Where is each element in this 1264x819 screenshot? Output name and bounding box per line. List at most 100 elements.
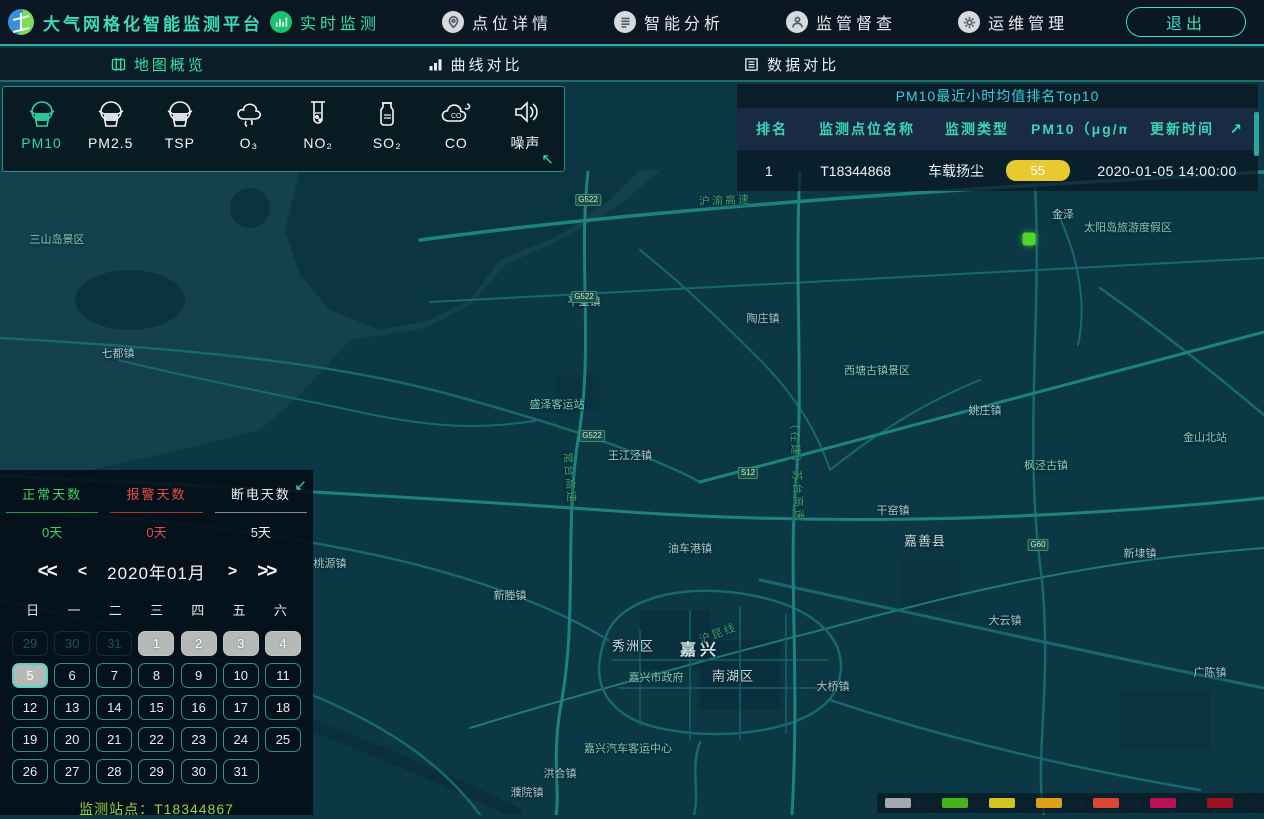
top-navbar: 大气网格化智能监测平台 实时监测 点位详情 智能分析 监管督查 — [0, 0, 1264, 46]
nav-item-point-details[interactable]: 点位详情 — [442, 10, 552, 34]
day-stats: 正常天数 0天 报警天数 0天 断电天数 5天 — [0, 484, 313, 541]
collapse-arrow-icon[interactable]: ↖ — [541, 152, 554, 167]
calendar-day[interactable]: 4 — [265, 631, 301, 656]
pollutant-so2[interactable]: SO₂ — [353, 99, 422, 151]
calendar-day[interactable]: 27 — [54, 759, 90, 784]
aqi-legend: 离线 优 良 轻度 中度 重度 严重 — [877, 793, 1264, 813]
weekday-label: 五 — [218, 600, 259, 619]
calendar-day[interactable]: 15 — [138, 695, 174, 720]
nav-item-realtime-monitor[interactable]: 实时监测 — [270, 10, 380, 34]
cell-value: 55 — [1002, 160, 1094, 181]
legend-item: 离线 — [885, 796, 934, 811]
prev-year-button[interactable]: << — [38, 561, 56, 583]
next-month-button[interactable]: > — [228, 563, 235, 581]
calendar-panel: ↙ 正常天数 0天 报警天数 0天 断电天数 5天 << < 2020年01月 … — [0, 470, 313, 815]
stat-label: 正常天数 — [6, 484, 98, 513]
calendar-day[interactable]: 25 — [265, 727, 301, 752]
calendar-day[interactable]: 2 — [181, 631, 217, 656]
pollutant-o3[interactable]: O₃ — [214, 99, 283, 151]
pollutant-label: CO — [445, 135, 468, 151]
tab-curve-compare[interactable]: 曲线对比 — [317, 54, 634, 75]
calendar-day[interactable]: 23 — [181, 727, 217, 752]
nav-item-smart-analysis[interactable]: 智能分析 — [614, 10, 724, 34]
station-marker[interactable] — [1023, 233, 1036, 246]
pollutant-selector-panel: PM10 PM2.5 TSP O₃ NO₂ SO₂ CO CO 噪声 ↖ — [2, 86, 565, 172]
pollutant-tsp[interactable]: TSP — [145, 99, 214, 151]
weekday-label: 三 — [136, 600, 177, 619]
legend-label: 离线 — [914, 796, 934, 811]
calendar-day[interactable]: 12 — [12, 695, 48, 720]
ranking-title: PM10最近小时均值排名Top10 — [737, 84, 1258, 108]
cell-time: 2020-01-05 14:00:00 — [1093, 163, 1258, 179]
stat-alarm-days[interactable]: 报警天数 0天 — [104, 484, 208, 541]
tab-data-compare[interactable]: 数据对比 — [633, 54, 950, 75]
stat-label: 断电天数 — [215, 484, 307, 513]
legend-swatch — [1150, 798, 1176, 808]
calendar-day[interactable]: 29 — [138, 759, 174, 784]
data-list-icon — [744, 57, 759, 72]
calendar-day[interactable]: 18 — [265, 695, 301, 720]
noise-icon — [508, 97, 542, 127]
calendar-day[interactable]: 16 — [181, 695, 217, 720]
pollutant-pm10[interactable]: PM10 — [7, 99, 76, 151]
calendar-day[interactable]: 6 — [54, 663, 90, 688]
calendar-day[interactable]: 10 — [223, 663, 259, 688]
tab-map-overview[interactable]: 地图概览 — [0, 54, 317, 75]
gas-icon — [232, 99, 266, 129]
pollutant-label: SO₂ — [373, 135, 402, 151]
pollutant-co[interactable]: CO CO — [422, 99, 491, 151]
calendar-day[interactable]: 14 — [96, 695, 132, 720]
calendar-day[interactable]: 31 — [96, 631, 132, 656]
calendar-day[interactable]: 3 — [223, 631, 259, 656]
legend-label: 中度 — [1122, 796, 1142, 811]
nav-label: 实时监测 — [300, 10, 380, 34]
calendar-day[interactable]: 17 — [223, 695, 259, 720]
nav-item-operations[interactable]: 运维管理 — [958, 10, 1068, 34]
pollutant-noise[interactable]: 噪声 — [491, 97, 560, 153]
calendar-day[interactable]: 13 — [54, 695, 90, 720]
calendar-day[interactable]: 31 — [223, 759, 259, 784]
calendar-day[interactable]: 30 — [54, 631, 90, 656]
calendar-day[interactable]: 30 — [181, 759, 217, 784]
mask-icon — [163, 99, 197, 129]
calendar-day[interactable]: 24 — [223, 727, 259, 752]
pollutant-pm25[interactable]: PM2.5 — [76, 99, 145, 151]
app-title: 大气网格化智能监测平台 — [43, 10, 263, 35]
calendar-day[interactable]: 29 — [12, 631, 48, 656]
calendar-day[interactable]: 19 — [12, 727, 48, 752]
weekday-label: 日 — [12, 600, 53, 619]
nav-label: 监管督查 — [816, 10, 896, 34]
ranking-header-row: 排名 监测点位名称 监测类型 PM10（μg/m³） 更新时间 ↗ — [737, 108, 1258, 150]
legend-label: 轻度 — [1065, 796, 1085, 811]
next-year-button[interactable]: >> — [257, 561, 275, 583]
nav-item-supervision[interactable]: 监管督查 — [786, 10, 896, 34]
calendar-day[interactable]: 22 — [138, 727, 174, 752]
legend-swatch — [1093, 798, 1119, 808]
test-tube-icon — [301, 99, 335, 129]
bar-chart-icon — [428, 57, 443, 72]
calendar-day[interactable]: 11 — [265, 663, 301, 688]
calendar-day[interactable]: 5 — [12, 663, 48, 688]
calendar-day[interactable]: 1 — [138, 631, 174, 656]
calendar-day[interactable]: 20 — [54, 727, 90, 752]
calendar-day[interactable]: 21 — [96, 727, 132, 752]
calendar-day[interactable]: 9 — [181, 663, 217, 688]
exit-button[interactable]: 退出 — [1126, 7, 1246, 37]
arrow-up-right-icon[interactable]: ↗ — [1229, 120, 1244, 138]
calendar-day[interactable]: 7 — [96, 663, 132, 688]
tab-label: 曲线对比 — [451, 54, 523, 75]
svg-text:CO: CO — [451, 113, 462, 120]
collapse-arrow-icon[interactable]: ↙ — [294, 478, 307, 493]
stat-normal-days[interactable]: 正常天数 0天 — [0, 484, 104, 541]
calendar-day[interactable]: 26 — [12, 759, 48, 784]
legend-swatch — [885, 798, 911, 808]
pollutant-no2[interactable]: NO₂ — [284, 99, 353, 151]
mask-icon — [25, 99, 59, 129]
panel-scrollbar[interactable] — [1254, 112, 1259, 156]
map-icon — [111, 57, 126, 72]
calendar-day[interactable]: 28 — [96, 759, 132, 784]
current-month-label: 2020年01月 — [107, 559, 206, 584]
prev-month-button[interactable]: < — [78, 563, 85, 581]
table-row[interactable]: 1 T18344868 车载扬尘 55 2020-01-05 14:00:00 — [737, 150, 1258, 191]
calendar-day[interactable]: 8 — [138, 663, 174, 688]
